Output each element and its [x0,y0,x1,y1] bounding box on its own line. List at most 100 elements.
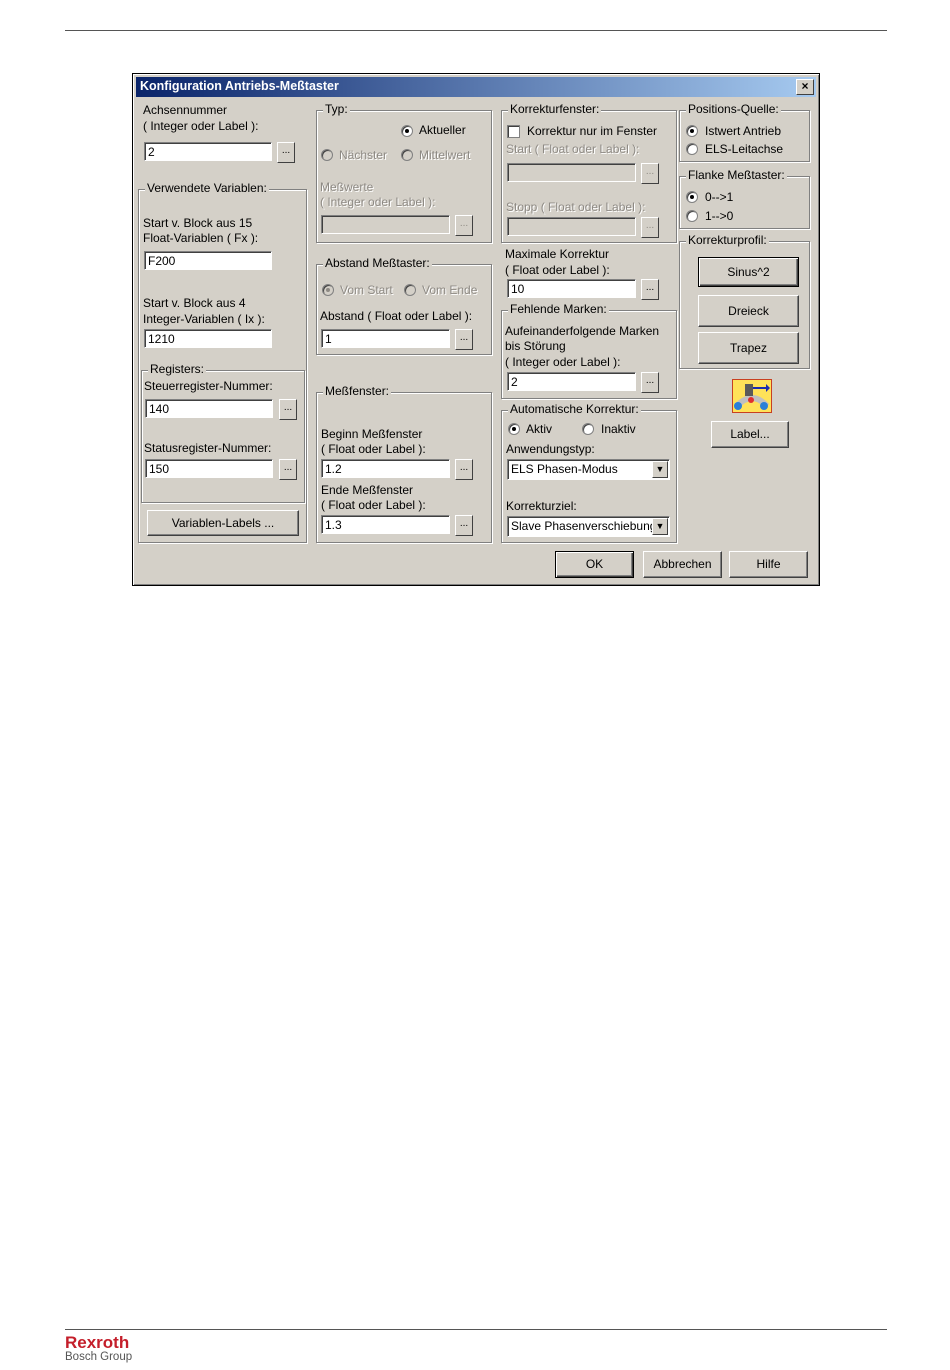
statusregister-input[interactable]: 150 [145,459,273,478]
els-leitachse-radio[interactable] [686,143,698,155]
automatische-korrektur-group: Automatische Korrektur: Aktiv Inaktiv An… [501,402,677,543]
max-korrektur-input[interactable]: 10 [507,279,636,298]
messfenster-group-title: Meßfenster: [323,384,392,399]
title-bar: Konfiguration Antriebs-Meßtaster × [136,77,816,97]
aktiv-label: Aktiv [526,422,553,436]
els-leitachse-label: ELS-Leitachse [705,142,784,156]
hilfe-button[interactable]: Hilfe [729,551,808,578]
korrekturziel-select[interactable]: Slave Phasenverschiebung ▼ [507,516,670,537]
integer-variablen-input[interactable]: 1210 [144,329,272,348]
istwert-radio[interactable] [686,125,698,137]
float-label-2: Float-Variablen ( Fx ): [143,231,259,245]
fehlende-marken-input[interactable]: 2 [507,372,636,391]
variablen-group: Verwendete Variablen: Start v. Block aus… [138,181,307,543]
label-button[interactable]: Label... [711,421,789,448]
abstand-browse-button[interactable]: ... [455,329,473,350]
ok-button[interactable]: OK [555,551,634,578]
sinus-button[interactable]: Sinus^2 [698,257,799,287]
abstand-input[interactable]: 1 [321,329,450,348]
variablen-labels-button[interactable]: Variablen-Labels ... [147,510,299,536]
mittelwert-label: Mittelwert [419,148,471,162]
anwendungstyp-select[interactable]: ELS Phasen-Modus ▼ [507,459,670,480]
messwerte-browse-button[interactable]: ... [455,215,473,236]
flanke-1-0-label: 1-->0 [705,209,734,223]
aktiv-radio[interactable] [508,423,520,435]
korrekturziel-label: Korrekturziel: [506,499,577,513]
max-korrektur-browse-button[interactable]: ... [641,279,659,300]
abstand-group: Abstand Meßtaster: Vom Start Vom Ende Ab… [316,256,492,355]
mittelwert-radio[interactable] [401,149,413,161]
naechster-radio[interactable] [321,149,333,161]
bottom-rule [65,1329,887,1330]
naechster-label: Nächster [339,148,388,162]
int-label-2: Integer-Variablen ( Ix ): [143,312,265,326]
messwerte-sublabel: ( Integer oder Label ): [320,195,436,209]
istwert-label: Istwert Antrieb [705,124,782,138]
typ-group: Typ: Aktueller Nächster Mittelwert Meßwe… [316,102,492,243]
flanke-0-1-label: 0-->1 [705,190,734,204]
chevron-down-icon[interactable]: ▼ [652,461,668,478]
inaktiv-radio[interactable] [582,423,594,435]
top-rule [65,30,887,31]
brand-group: Bosch Group [65,1351,133,1363]
ende-sublabel: ( Float oder Label ): [321,498,426,512]
ende-browse-button[interactable]: ... [455,515,473,536]
start-label: Start ( Float oder Label ): [506,142,640,156]
chevron-down-icon[interactable]: ▼ [652,518,668,535]
aktueller-label: Aktueller [419,123,466,137]
dreieck-button[interactable]: Dreieck [698,295,799,327]
dialog-window: Konfiguration Antriebs-Meßtaster × Achse… [132,73,820,586]
aktueller-radio[interactable] [401,125,413,137]
beginn-input[interactable]: 1.2 [321,459,450,478]
trapez-button[interactable]: Trapez [698,332,799,364]
ende-input[interactable]: 1.3 [321,515,450,534]
flanke-group-title: Flanke Meßtaster: [686,168,787,183]
beginn-browse-button[interactable]: ... [455,459,473,480]
beginn-sublabel: ( Float oder Label ): [321,442,426,456]
typ-group-title: Typ: [323,102,350,117]
statusregister-browse-button[interactable]: ... [279,459,297,480]
stopp-label: Stopp ( Float oder Label ): [506,200,646,214]
window-title: Konfiguration Antriebs-Meßtaster [140,79,339,93]
korrektur-fenster-checkbox[interactable] [507,125,520,138]
steuerregister-input[interactable]: 140 [145,399,273,418]
korrekturprofil-group: Korrekturprofil: Sinus^2 Dreieck Trapez [679,233,810,369]
messwerte-input[interactable] [321,215,450,234]
fehlende-marken-group-title: Fehlende Marken: [508,302,609,317]
vom-start-label: Vom Start [340,283,393,297]
stopp-browse-button[interactable]: ... [641,217,659,238]
steuerregister-browse-button[interactable]: ... [279,399,297,420]
beginn-label: Beginn Meßfenster [321,427,423,441]
flanke-1-0-radio[interactable] [686,210,698,222]
flanke-0-1-radio[interactable] [686,191,698,203]
vom-ende-label: Vom Ende [422,283,478,297]
korrekturziel-value: Slave Phasenverschiebung [511,519,657,533]
ende-label: Ende Meßfenster [321,483,414,497]
start-browse-button[interactable]: ... [641,163,659,184]
close-button[interactable]: × [796,79,814,95]
korrekturfenster-group: Korrekturfenster: Korrektur nur im Fenst… [501,102,677,243]
achsennummer-browse-button[interactable]: ... [277,142,295,163]
variablen-group-title: Verwendete Variablen: [145,181,269,196]
stopp-input[interactable] [507,217,636,236]
fehlende-label-2: bis Störung [505,339,566,353]
korrektur-fenster-label: Korrektur nur im Fenster [527,124,658,138]
statusregister-label: Statusregister-Nummer: [144,441,272,455]
registers-group-title: Registers: [148,362,207,377]
achsennummer-input[interactable]: 2 [144,142,272,161]
probe-drive-icon [732,379,772,413]
achsennummer-sublabel: ( Integer oder Label ): [143,119,259,133]
start-input[interactable] [507,163,636,182]
anwendungstyp-value: ELS Phasen-Modus [511,462,618,476]
vom-ende-radio[interactable] [404,284,416,296]
inaktiv-label: Inaktiv [601,422,636,436]
achsennummer-label: Achsennummer [143,103,228,117]
fehlende-marken-browse-button[interactable]: ... [641,372,659,393]
positions-quelle-group: Positions-Quelle: Istwert Antrieb ELS-Le… [679,102,810,162]
float-variablen-input[interactable]: F200 [144,251,272,270]
vom-start-radio[interactable] [322,284,334,296]
fehlende-label-1: Aufeinanderfolgende Marken [505,324,660,338]
abstand-group-title: Abstand Meßtaster: [323,256,432,271]
abbrechen-button[interactable]: Abbrechen [643,551,722,578]
automatische-korrektur-group-title: Automatische Korrektur: [508,402,641,417]
